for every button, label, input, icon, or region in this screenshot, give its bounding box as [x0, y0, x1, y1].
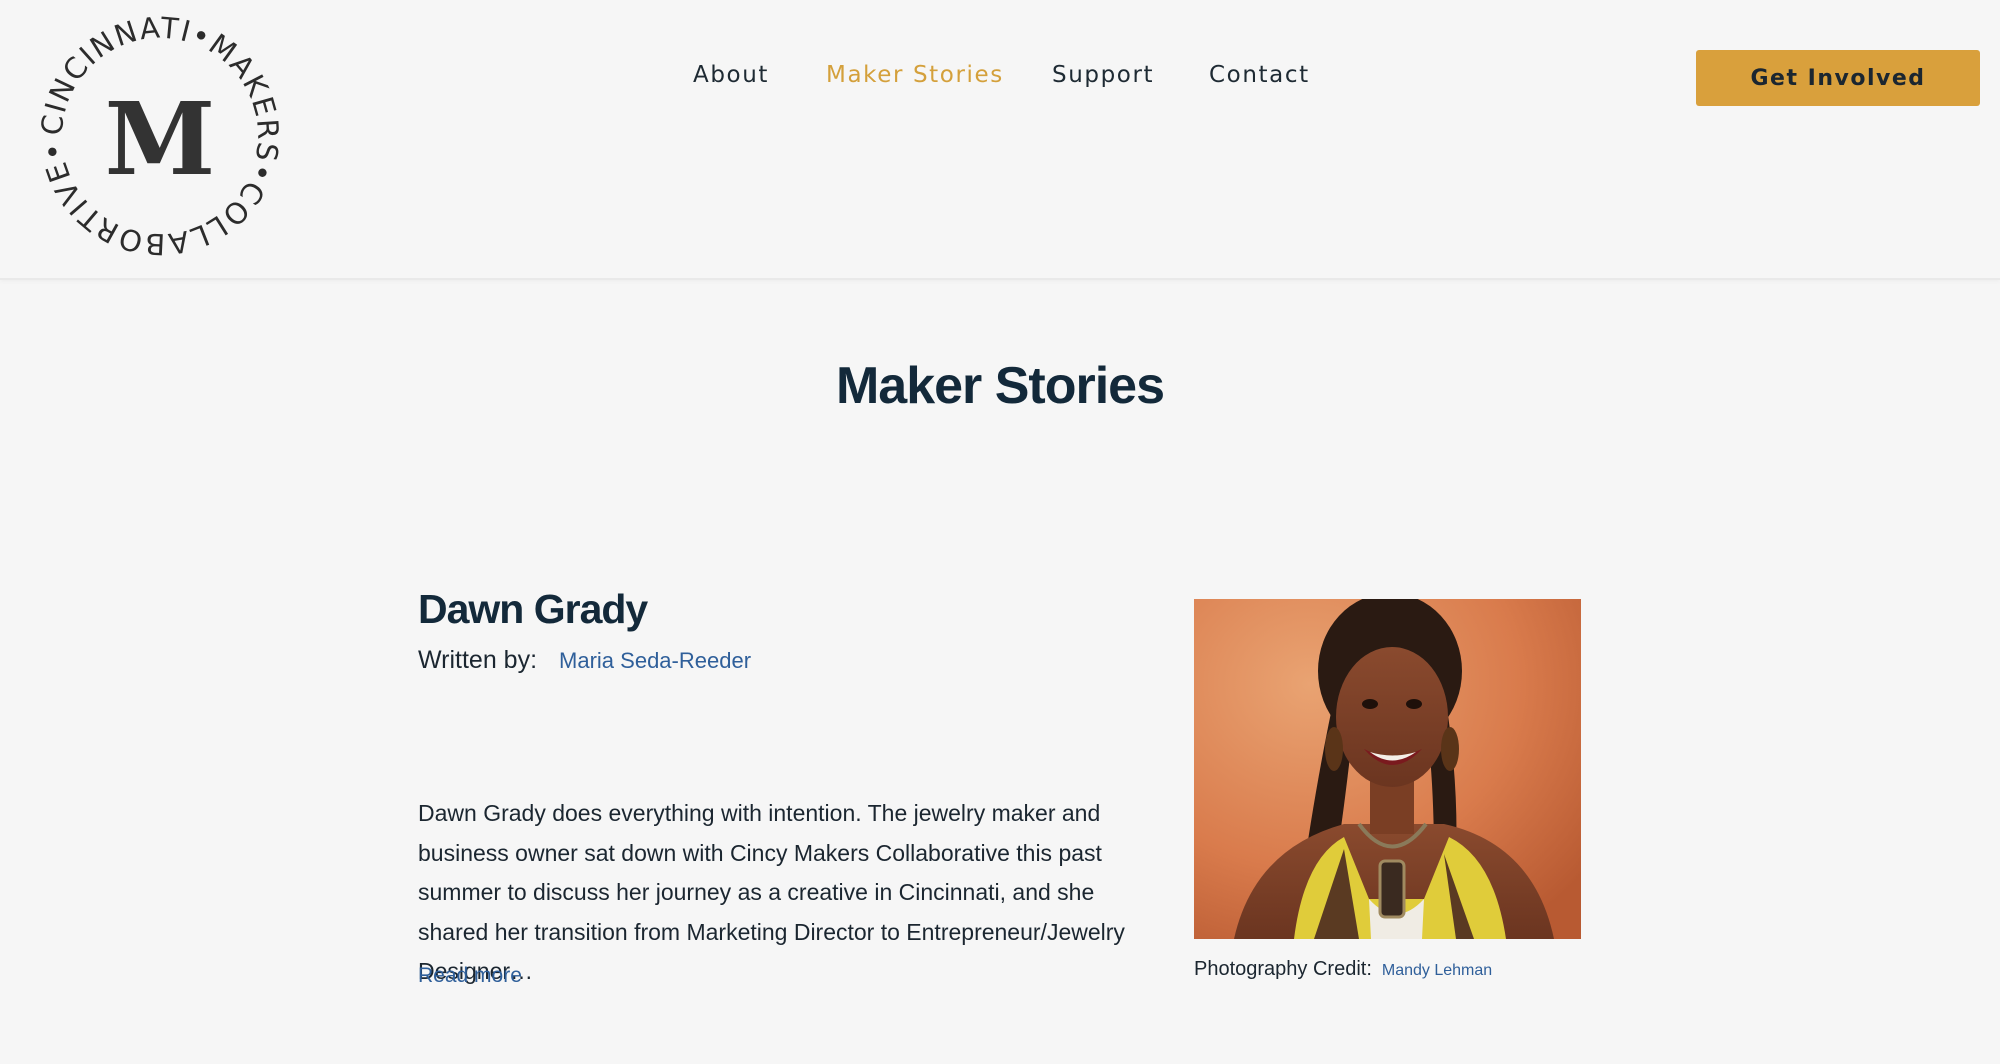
photo-credit-label: Photography Credit:: [1194, 958, 1372, 980]
maker-portrait-photo[interactable]: [1194, 599, 1581, 939]
written-by-label: Written by:: [418, 646, 538, 674]
site-header: CINCINNATI•MAKERS•COLLABORTIVE• M About …: [0, 0, 2000, 280]
story-title[interactable]: Dawn Grady: [418, 584, 1158, 634]
nav-item-about[interactable]: About: [693, 62, 769, 88]
photo-credit: Photography Credit: Mandy Lehman: [1194, 958, 1492, 981]
story-card: Dawn Grady Written by: Maria Seda-Reeder: [418, 584, 1158, 675]
logo-emblem: CINCINNATI•MAKERS•COLLABORTIVE• M: [40, 16, 280, 256]
photographer-link[interactable]: Mandy Lehman: [1382, 962, 1492, 979]
nav-item-support[interactable]: Support: [1052, 62, 1154, 88]
site-logo[interactable]: CINCINNATI•MAKERS•COLLABORTIVE• M: [40, 16, 280, 256]
portrait-image: [1194, 599, 1581, 939]
byline: Written by: Maria Seda-Reeder: [418, 646, 1158, 675]
get-involved-button[interactable]: Get Involved: [1696, 50, 1980, 106]
read-more-link[interactable]: Read more: [418, 964, 522, 988]
author-link[interactable]: Maria Seda-Reeder: [559, 648, 751, 673]
nav-item-contact[interactable]: Contact: [1209, 62, 1310, 88]
story-excerpt: Dawn Grady does everything with intentio…: [418, 800, 1125, 984]
nav-item-maker-stories[interactable]: Maker Stories: [826, 62, 1004, 88]
page-title: Maker Stories: [835, 357, 1165, 415]
